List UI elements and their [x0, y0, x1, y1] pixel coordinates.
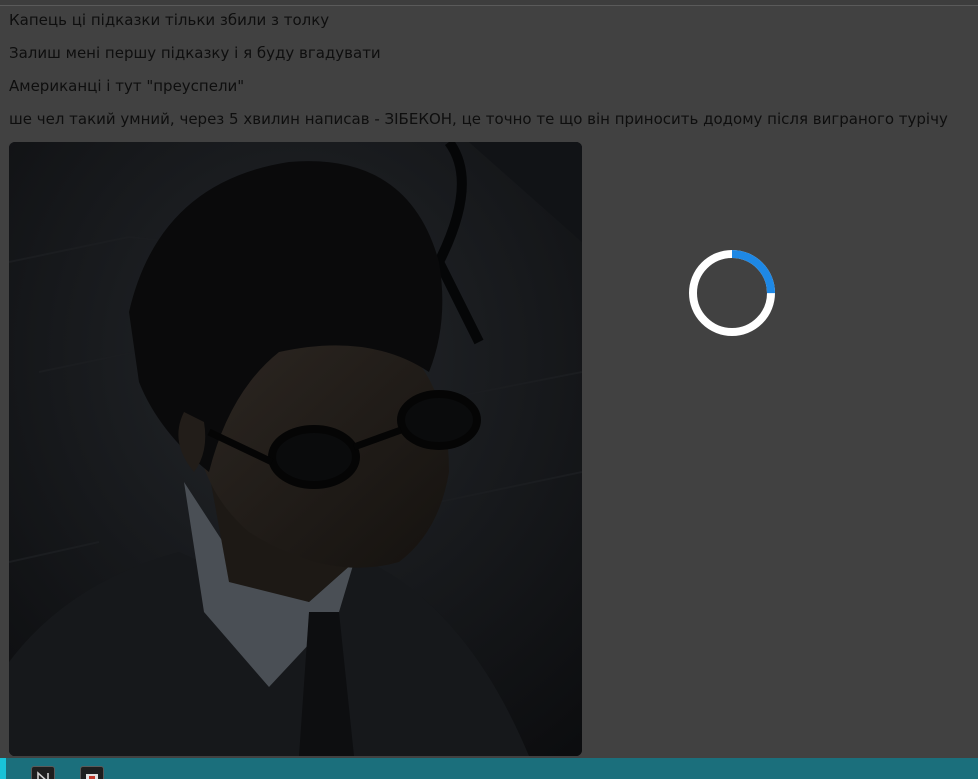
notion-icon[interactable] — [31, 766, 55, 779]
app-icon[interactable] — [80, 766, 104, 779]
chat-message: ше чел такий умний, через 5 хвилин напис… — [9, 110, 948, 128]
start-button[interactable] — [0, 758, 6, 779]
os-taskbar — [0, 758, 978, 779]
chat-message: Капець ці підказки тільки збили з толку — [9, 11, 330, 29]
chat-message: Американці і тут "преуспели" — [9, 77, 245, 95]
message-list: Капець ці підказки тільки збили з толку … — [9, 10, 978, 142]
image-attachment[interactable] — [9, 142, 582, 756]
loading-spinner-icon — [689, 250, 775, 336]
photo-illustration — [9, 142, 582, 756]
header-divider — [0, 0, 978, 6]
chat-page: Капець ці підказки тільки збили з толку … — [0, 0, 978, 779]
chat-message: Залиш мені першу підказку і я буду вгаду… — [9, 44, 381, 62]
